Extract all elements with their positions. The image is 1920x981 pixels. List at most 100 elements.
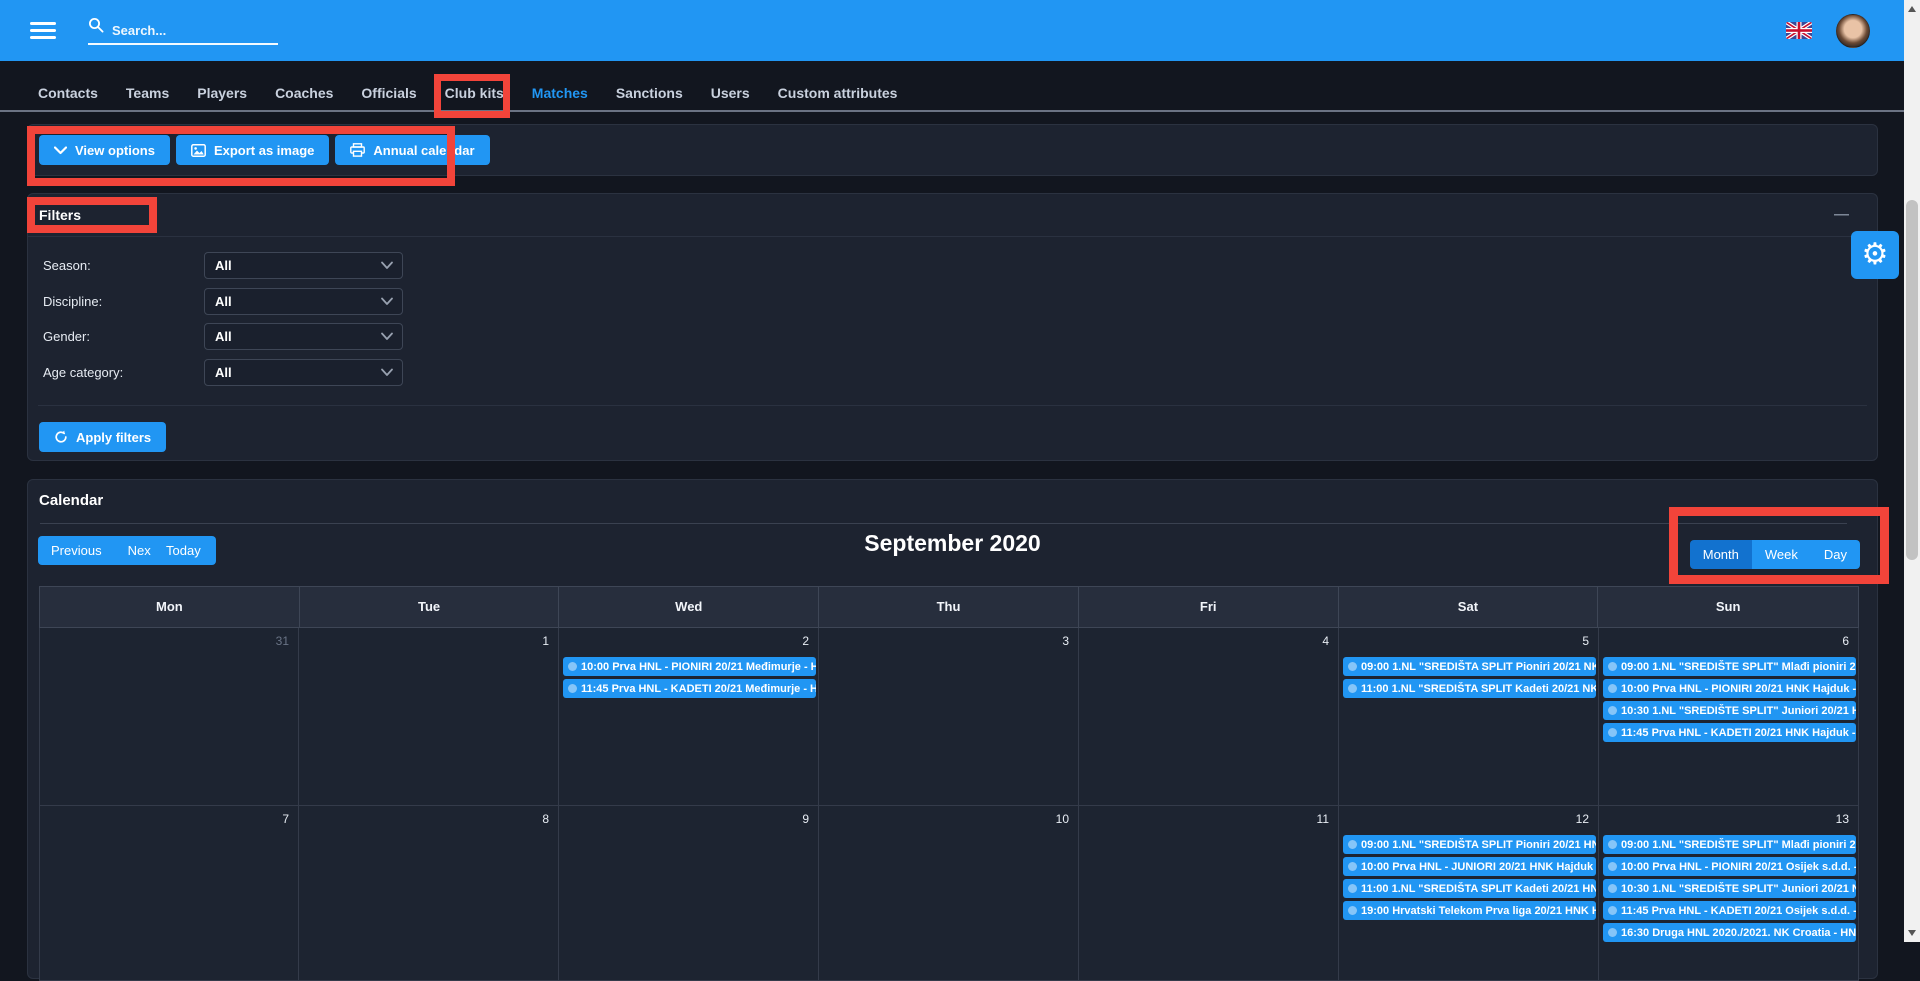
view-options-button[interactable]: View options xyxy=(39,135,170,165)
user-avatar[interactable] xyxy=(1836,14,1870,48)
calendar-month-title: September 2020 xyxy=(28,530,1877,557)
day-number: 3 xyxy=(819,628,1078,650)
day-header-mon: Mon xyxy=(40,587,300,627)
calendar-event[interactable]: 11:00 1.NL "SREDIŠTA SPLIT Kadeti 20/21 … xyxy=(1343,679,1596,698)
search-box[interactable] xyxy=(88,17,278,45)
calendar-view-switch: MonthWeekDay xyxy=(1690,540,1860,569)
event-text: 10:00 Prva HNL - PIONIRI 20/21 Međimurje… xyxy=(581,661,816,673)
scroll-down-arrow-icon[interactable] xyxy=(1908,930,1916,936)
search-input[interactable] xyxy=(112,23,278,38)
tab-players[interactable]: Players xyxy=(183,85,261,101)
event-dot-icon xyxy=(1348,884,1357,893)
chevron-down-icon xyxy=(381,261,393,270)
filter-selected-value: All xyxy=(215,258,232,273)
view-day-button[interactable]: Day xyxy=(1811,540,1860,569)
calendar-day-cell[interactable]: 31 xyxy=(39,628,299,806)
calendar-day-cell[interactable]: 4 xyxy=(1079,628,1339,806)
view-week-button[interactable]: Week xyxy=(1752,540,1811,569)
chevron-down-icon xyxy=(54,146,67,155)
language-uk-flag-icon[interactable] xyxy=(1786,22,1812,39)
filter-select-agecategory[interactable]: All xyxy=(204,359,403,386)
chevron-down-icon xyxy=(381,332,393,341)
calendar-day-cell[interactable]: 11 xyxy=(1079,806,1339,981)
calendar-event[interactable]: 11:00 1.NL "SREDIŠTA SPLIT Kadeti 20/21 … xyxy=(1343,879,1596,898)
view-month-button[interactable]: Month xyxy=(1690,540,1752,569)
calendar-day-cell[interactable]: 1 xyxy=(299,628,559,806)
filter-select-gender[interactable]: All xyxy=(204,323,403,350)
calendar-event[interactable]: 10:00 Prva HNL - PIONIRI 20/21 HNK Hajdu… xyxy=(1603,679,1856,698)
tab-club-kits[interactable]: Club kits xyxy=(431,85,518,101)
calendar-day-cell[interactable]: 210:00 Prva HNL - PIONIRI 20/21 Međimurj… xyxy=(559,628,819,806)
calendar-day-cell[interactable]: 5 09:00 1.NL "SREDIŠTA SPLIT Pioniri 20/2… xyxy=(1339,628,1599,806)
event-text: 11:45 Prva HNL - KADETI 20/21 Osijek s.d… xyxy=(1621,905,1856,917)
calendar-day-cell[interactable]: 8 xyxy=(299,806,559,981)
calendar-event[interactable]: 19:00 Hrvatski Telekom Prva liga 20/21 H… xyxy=(1343,901,1596,920)
calendar-day-cell[interactable]: 9 xyxy=(559,806,819,981)
hamburger-menu-icon[interactable] xyxy=(30,18,56,43)
filter-row: Season:All xyxy=(43,252,413,279)
export-as-image-button[interactable]: Export as image xyxy=(176,135,329,165)
calendar-event[interactable]: 11:45 Prva HNL - KADETI 20/21 Međimurje … xyxy=(563,679,816,698)
calendar-day-cell[interactable]: 609:00 1.NL "SREDIŠTE SPLIT" Mlađi pioni… xyxy=(1599,628,1859,806)
filter-label: Age category: xyxy=(43,359,123,386)
calendar-day-cell[interactable]: 12 09:00 1.NL "SREDIŠTA SPLIT Pioniri 20/… xyxy=(1339,806,1599,981)
calendar-panel: Calendar Previous Next Today September 2… xyxy=(27,479,1878,979)
day-number: 12 xyxy=(1339,806,1598,828)
filters-divider xyxy=(38,405,1867,406)
tab-custom-attributes[interactable]: Custom attributes xyxy=(764,85,912,101)
calendar-event[interactable]: 09:00 1.NL "SREDIŠTE SPLIT" Mlađi pionir… xyxy=(1603,835,1856,854)
filters-title: Filters xyxy=(39,194,81,237)
calendar-grid: MonTueWedThuFriSatSun 311210:00 Prva HNL… xyxy=(39,586,1859,981)
event-dot-icon xyxy=(1348,862,1357,871)
calendar-event[interactable]: 10:00 Prva HNL - JUNIORI 20/21 HNK Hajdu… xyxy=(1343,857,1596,876)
tab-teams[interactable]: Teams xyxy=(112,85,183,101)
tab-matches[interactable]: Matches xyxy=(518,85,602,101)
tab-sanctions[interactable]: Sanctions xyxy=(602,85,697,101)
calendar-event[interactable]: 10:00 Prva HNL - PIONIRI 20/21 Međimurje… xyxy=(563,657,816,676)
event-dot-icon xyxy=(1348,684,1357,693)
filter-select-discipline[interactable]: All xyxy=(204,288,403,315)
scroll-up-arrow-icon[interactable] xyxy=(1908,6,1916,12)
day-number: 8 xyxy=(299,806,558,828)
image-icon xyxy=(191,144,206,157)
settings-gear-button[interactable]: ⚙ xyxy=(1851,231,1899,279)
calendar-event[interactable]: 10:30 1.NL "SREDIŠTE SPLIT" Juniori 20/2… xyxy=(1603,701,1856,720)
day-number: 11 xyxy=(1079,806,1338,828)
day-number: 5 xyxy=(1339,628,1598,650)
event-dot-icon xyxy=(1608,684,1617,693)
filter-label: Discipline: xyxy=(43,288,102,315)
vertical-scrollbar[interactable] xyxy=(1904,0,1920,942)
collapse-panel-icon[interactable]: — xyxy=(1834,194,1849,235)
tab-coaches[interactable]: Coaches xyxy=(261,85,347,101)
filter-row: Age category: All xyxy=(43,359,413,386)
calendar-day-cell[interactable]: 3 xyxy=(819,628,1079,806)
calendar-event[interactable]: 10:00 Prva HNL - PIONIRI 20/21 Osijek s.… xyxy=(1603,857,1856,876)
event-dot-icon xyxy=(1608,862,1617,871)
event-text: 11:45 Prva HNL - KADETI 20/21 Međimurje … xyxy=(581,683,816,695)
tab-officials[interactable]: Officials xyxy=(347,85,430,101)
calendar-event[interactable]: 16:30 Druga HNL 2020./2021. NK Croatia -… xyxy=(1603,923,1856,942)
tab-users[interactable]: Users xyxy=(697,85,764,101)
calendar-day-cell[interactable]: 10 xyxy=(819,806,1079,981)
top-app-bar xyxy=(0,0,1904,61)
calendar-day-cell[interactable]: 7 xyxy=(39,806,299,981)
event-text: 11:45 Prva HNL - KADETI 20/21 HNK Hajduk… xyxy=(1621,727,1856,739)
event-text: 09:00 1.NL "SREDIŠTE SPLIT" Mlađi pionir… xyxy=(1621,839,1856,851)
scrollbar-thumb[interactable] xyxy=(1906,200,1918,560)
tab-contacts[interactable]: Contacts xyxy=(24,85,112,101)
calendar-event[interactable]: 09:00 1.NL "SREDIŠTE SPLIT" Mlađi pionir… xyxy=(1603,657,1856,676)
calendar-event[interactable]: 10:30 1.NL "SREDIŠTE SPLIT" Juniori 20/2… xyxy=(1603,879,1856,898)
event-dot-icon xyxy=(1608,728,1617,737)
day-number: 1 xyxy=(299,628,558,650)
filter-row: Gender:All xyxy=(43,323,413,350)
calendar-event[interactable]: 09:00 1.NL "SREDIŠTA SPLIT Pioniri 20/21… xyxy=(1343,835,1596,854)
apply-filters-button[interactable]: Apply filters xyxy=(39,422,166,452)
filter-select-season[interactable]: All xyxy=(204,252,403,279)
calendar-event[interactable]: 11:45 Prva HNL - KADETI 20/21 Osijek s.d… xyxy=(1603,901,1856,920)
calendar-day-cell[interactable]: 1309:00 1.NL "SREDIŠTE SPLIT" Mlađi pion… xyxy=(1599,806,1859,981)
calendar-event[interactable]: 11:45 Prva HNL - KADETI 20/21 HNK Hajduk… xyxy=(1603,723,1856,742)
annual-calendar-button[interactable]: Annual calendar xyxy=(335,135,489,165)
calendar-event[interactable]: 09:00 1.NL "SREDIŠTA SPLIT Pioniri 20/21… xyxy=(1343,657,1596,676)
day-number: 9 xyxy=(559,806,818,828)
search-icon xyxy=(88,17,112,38)
